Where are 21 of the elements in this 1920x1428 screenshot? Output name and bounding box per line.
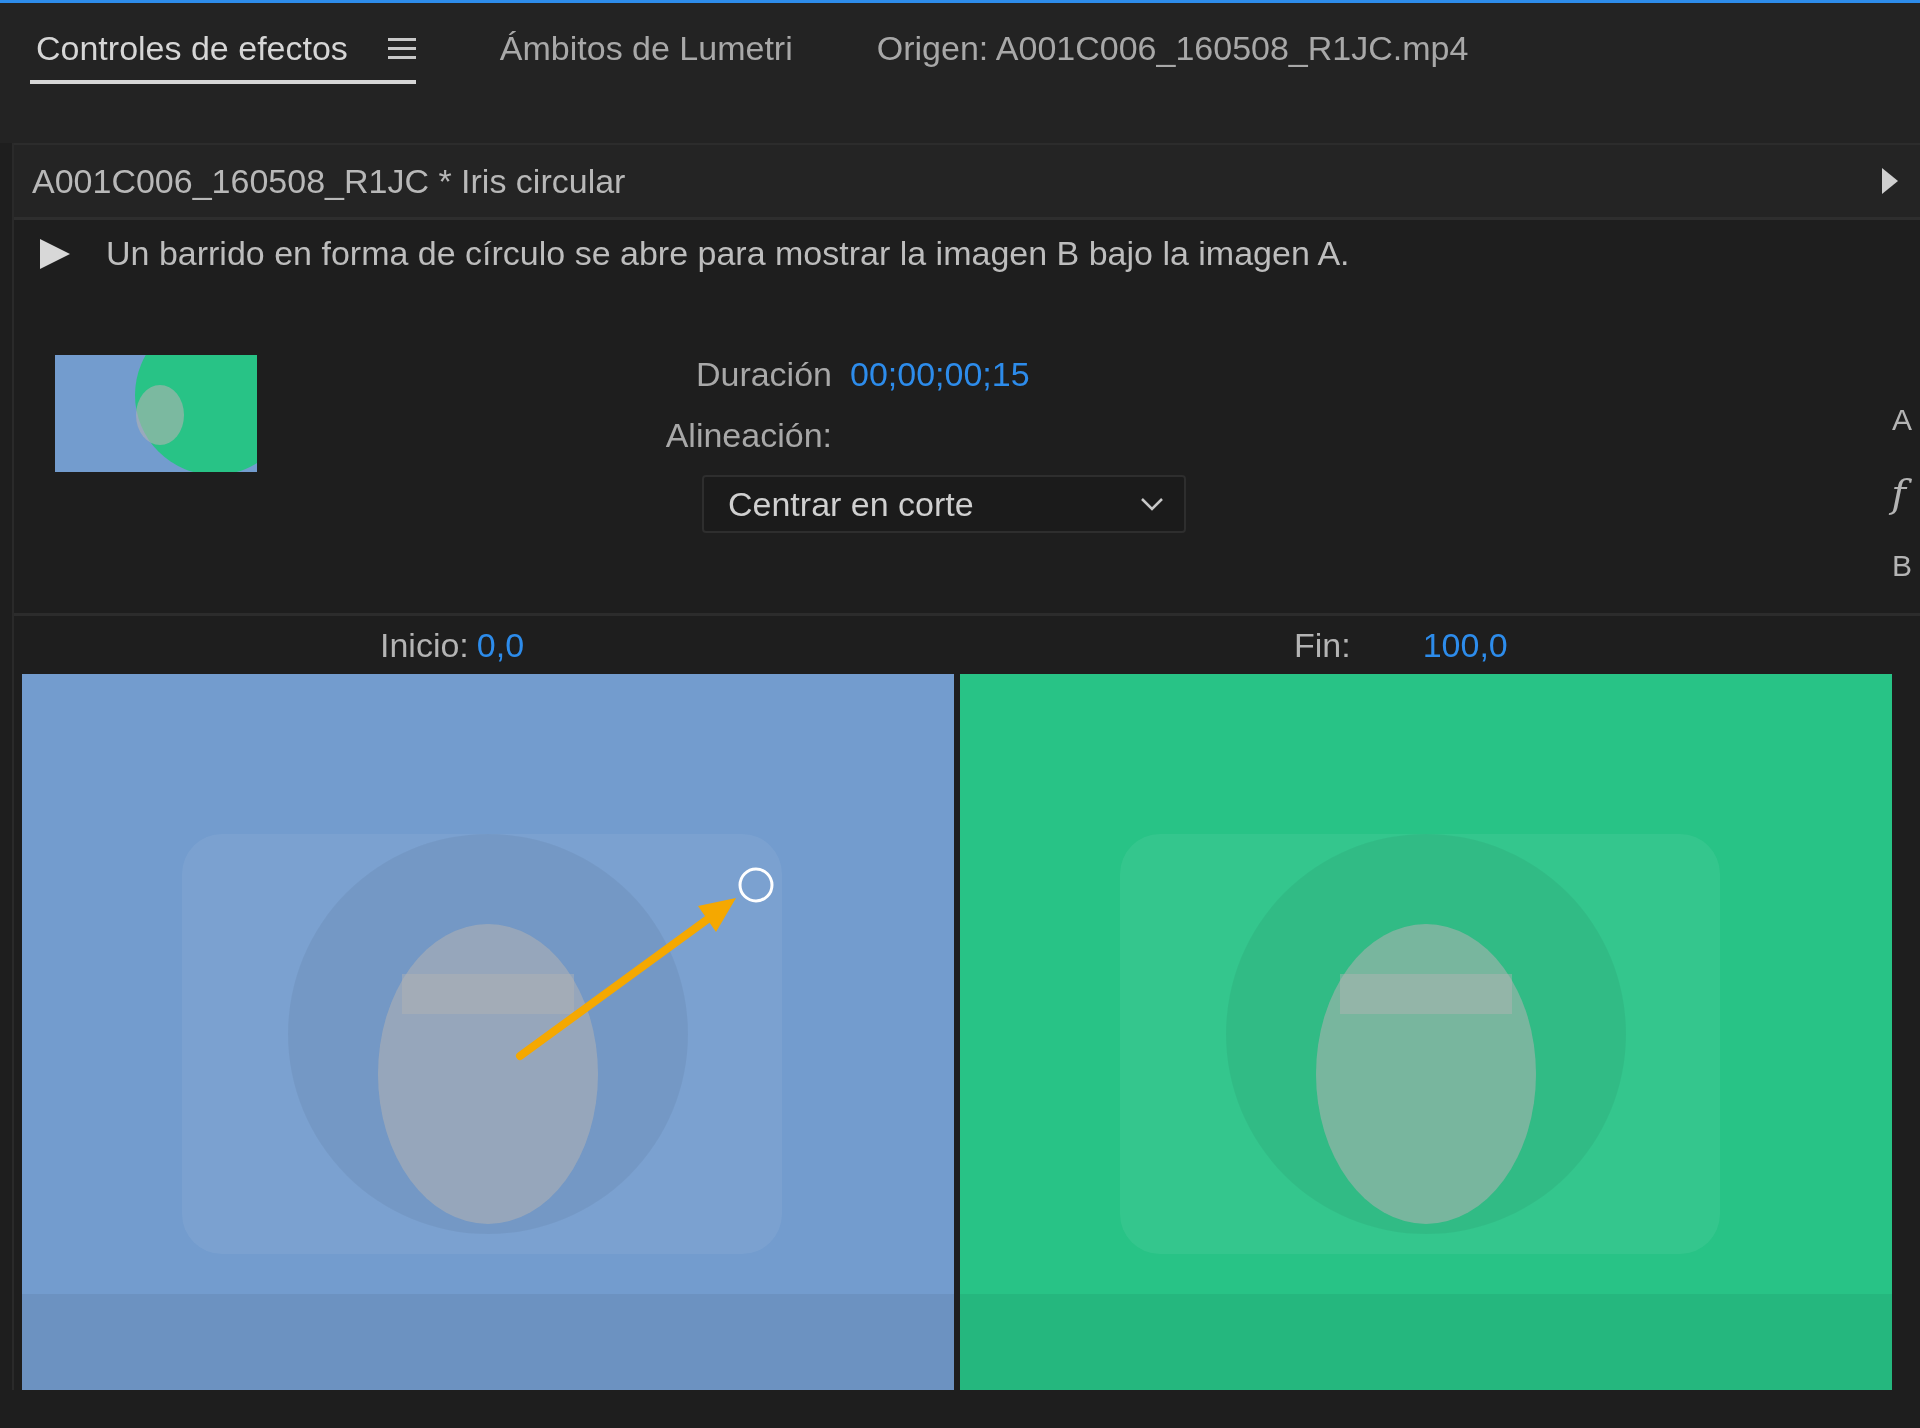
start-value[interactable]: 0,0	[476, 625, 525, 665]
end-value[interactable]: 100,0	[1422, 625, 1508, 665]
menu-icon[interactable]	[387, 35, 416, 62]
center-handle[interactable]	[738, 867, 774, 903]
start-label: Inicio:	[380, 625, 469, 665]
track-label: f	[1891, 471, 1912, 515]
clip-title: A001C006_160508_R1JC * Iris circular	[32, 161, 626, 201]
chevron-icon	[1140, 497, 1164, 511]
duration-label: Duración	[695, 355, 832, 394]
alignment-dropdown[interactable]: Centrar en corte	[702, 475, 1186, 533]
panel-tab[interactable]: Controles de efectos	[30, 3, 416, 84]
panel-tab[interactable]: Origen: A001C006_160508_R1JC.mp4	[870, 3, 1469, 84]
track-label: B	[1892, 549, 1912, 583]
panel-tab[interactable]: Ámbitos de Lumetri	[493, 3, 793, 84]
end-label: Fin:	[1294, 625, 1351, 665]
expand-icon[interactable]	[1880, 166, 1900, 196]
play-icon[interactable]	[38, 236, 72, 271]
effect-description: Un barrido en forma de círculo se abre para mostrar la imagen B bajo la imagen A.	[106, 234, 1350, 273]
duration-value[interactable]: 00;00;00;15	[850, 355, 1030, 393]
track-label: A	[1892, 403, 1912, 437]
alignment-label: Alineación:	[665, 416, 832, 455]
